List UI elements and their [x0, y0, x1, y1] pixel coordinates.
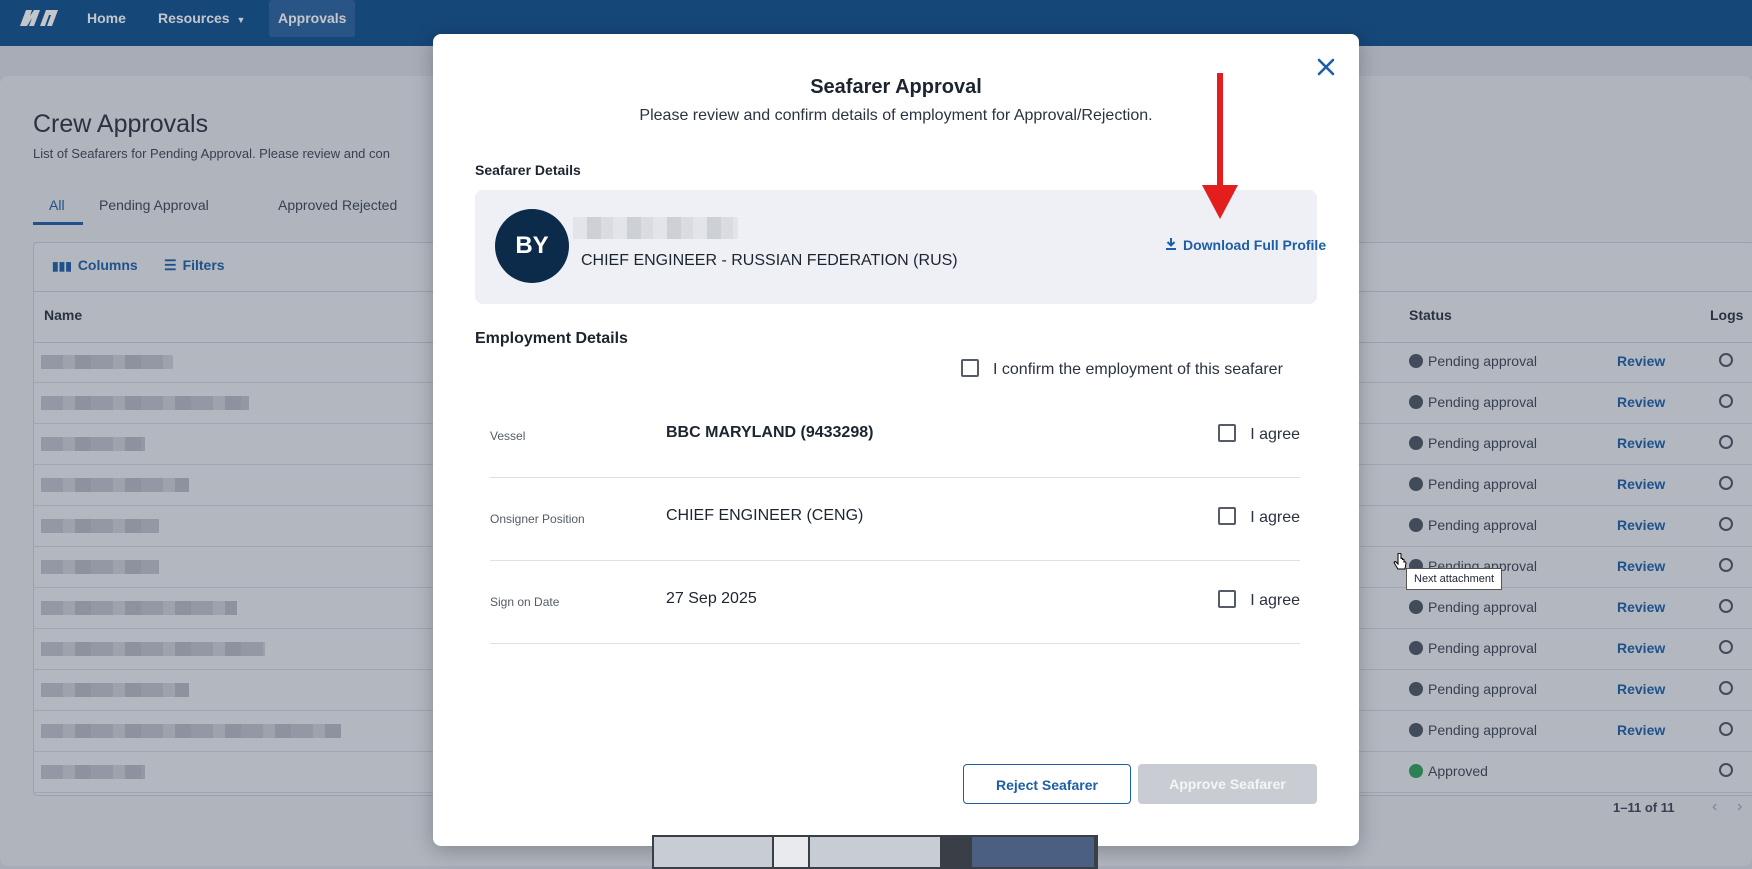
agree-label: I agree — [1250, 426, 1300, 443]
detail-row-vessel: Vessel BBC MARYLAND (9433298) I agree — [490, 395, 1300, 478]
tooltip: Next attachment — [1406, 568, 1503, 590]
agree-checkbox[interactable] — [1218, 507, 1237, 525]
detail-label: Vessel — [490, 429, 526, 443]
agree-position[interactable]: I agree — [1218, 507, 1300, 527]
detail-value: CHIEF ENGINEER (CENG) — [666, 507, 864, 524]
download-label: Download Full Profile — [1183, 237, 1327, 253]
hand-cursor-icon — [1393, 553, 1407, 570]
attachment-thumbnail[interactable] — [810, 837, 940, 867]
seafarer-rank-nationality: CHIEF ENGINEER - RUSSIAN FEDERATION (RUS… — [581, 252, 958, 269]
seafarer-details-label: Seafarer Details — [475, 162, 581, 178]
attachment-thumbnail[interactable] — [972, 837, 1094, 867]
annotation-arrow-shaft — [1217, 73, 1223, 188]
detail-row-position: Onsigner Position CHIEF ENGINEER (CENG) … — [490, 478, 1300, 561]
confirm-employment-label: I confirm the employment of this seafare… — [993, 361, 1283, 378]
agree-sign-on-date[interactable]: I agree — [1218, 590, 1300, 610]
confirm-employment[interactable]: I confirm the employment of this seafare… — [961, 359, 1283, 379]
detail-label: Onsigner Position — [490, 512, 585, 526]
attachment-thumbnail[interactable] — [774, 837, 808, 867]
agree-label: I agree — [1250, 592, 1300, 609]
download-icon — [1166, 238, 1176, 250]
employment-details-label: Employment Details — [475, 330, 628, 347]
confirm-employment-checkbox[interactable] — [961, 359, 979, 377]
detail-label: Sign on Date — [490, 595, 560, 609]
annotation-arrow-head — [1202, 185, 1238, 219]
seafarer-profile-card: BY CHIEF ENGINEER - RUSSIAN FEDERATION (… — [475, 190, 1326, 304]
avatar: BY — [495, 209, 569, 283]
detail-row-sign-on-date: Sign on Date 27 Sep 2025 I agree — [490, 561, 1300, 644]
agree-label: I agree — [1250, 509, 1300, 526]
detail-value: 27 Sep 2025 — [666, 590, 757, 607]
download-full-profile-link[interactable]: Download Full Profile — [1165, 237, 1326, 253]
agree-checkbox[interactable] — [1218, 590, 1237, 608]
agree-vessel[interactable]: I agree — [1218, 424, 1300, 444]
attachment-thumbnail[interactable] — [654, 837, 772, 867]
attachment-thumbnail-strip[interactable] — [652, 835, 1098, 869]
detail-value: BBC MARYLAND (9433298) — [666, 424, 874, 441]
approve-seafarer-button[interactable]: Approve Seafarer — [1138, 764, 1317, 804]
agree-checkbox[interactable] — [1218, 424, 1237, 442]
seafarer-name-redacted — [573, 217, 738, 239]
reject-seafarer-button[interactable]: Reject Seafarer — [963, 764, 1131, 804]
